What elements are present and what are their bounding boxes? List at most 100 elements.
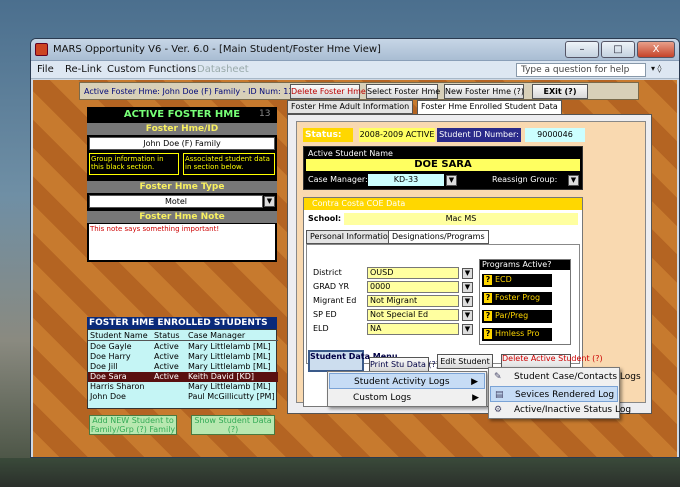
- header-status: Status: [154, 331, 180, 340]
- menu-custom-functions[interactable]: Custom Functions: [107, 64, 196, 75]
- cell: Keith David [KD]: [188, 372, 255, 381]
- reassign-group-dropdown-icon[interactable]: ▼: [568, 175, 579, 186]
- help-icon: ?: [484, 311, 492, 321]
- status-row: Status: 2008-2009 ACTIVE Student ID Numb…: [303, 128, 613, 142]
- student-data-menu-button[interactable]: Student Data Menu: [308, 350, 398, 372]
- cell: John Doe: [90, 392, 126, 401]
- menu-item-services-rendered-log[interactable]: ▤ Sevices Rendered Log: [490, 386, 618, 402]
- district-select[interactable]: OUSD: [367, 267, 459, 279]
- select-foster-button[interactable]: Select Foster Hme: [366, 84, 440, 99]
- type-heading: Foster Hme Type: [87, 181, 277, 193]
- cell: Doe Jill: [90, 362, 118, 371]
- program-foster[interactable]: ? Foster Prog: [482, 292, 552, 305]
- active-foster-panel: ACTIVE FOSTER HME 13 Foster Hme/ID John …: [87, 107, 277, 262]
- tab-adult-information[interactable]: Foster Hme Adult Information: [287, 100, 414, 114]
- delete-foster-button[interactable]: Delete Foster Hme: [290, 84, 366, 99]
- active-student-box: Active Student Name DOE SARA Case Manage…: [303, 146, 583, 190]
- grad-yr-select[interactable]: 0000: [367, 281, 459, 293]
- group-info-note: Group information in this black section.: [89, 153, 179, 175]
- exit-button[interactable]: EXit (?): [532, 84, 588, 99]
- cell: Mary Littlelamb [ML]: [188, 382, 271, 391]
- cell: Mary Littlelamb [ML]: [188, 362, 271, 371]
- table-row[interactable]: Harris Sharon Mary Littlelamb [ML]: [88, 382, 278, 392]
- maximize-button[interactable]: □: [601, 41, 635, 58]
- menu-relink[interactable]: Re-Link: [65, 64, 102, 75]
- app-icon: [35, 43, 48, 56]
- table-row[interactable]: Doe Jill Active Mary Littlelamb [ML]: [88, 362, 278, 372]
- note-textarea[interactable]: This note says something important!: [89, 224, 275, 260]
- student-id-label: Student ID Number:: [437, 128, 521, 142]
- district-dropdown-icon[interactable]: ▼: [462, 268, 473, 279]
- migrant-ed-select[interactable]: Not Migrant: [367, 295, 459, 307]
- program-par-preg[interactable]: ? Par/Preg: [482, 310, 552, 323]
- activity-logs-submenu: ✎ Student Case/Contacts Logs ▤ Sevices Ren…: [488, 367, 641, 419]
- cell: Doe Gayle: [90, 342, 132, 351]
- sp-ed-label: SP ED: [313, 310, 337, 319]
- menu-item-case-contacts-logs[interactable]: ✎ Student Case/Contacts Logs: [490, 369, 641, 385]
- taskbar: [0, 458, 680, 487]
- menu-datasheet[interactable]: Datasheet: [197, 64, 249, 75]
- title-bar[interactable]: MARS Opportunity V6 - Ver. 6.0 - [Main S…: [31, 39, 679, 61]
- edit-student-button[interactable]: Edit Student: [437, 354, 493, 369]
- menu-item-label: Student Case/Contacts Logs: [514, 372, 641, 382]
- context-menu: Student Activity Logs ▶ Custom Logs ▶: [327, 371, 487, 407]
- eld-label: ELD: [313, 324, 329, 333]
- table-row[interactable]: John Doe Paul McGillicutty [PM]: [88, 392, 278, 402]
- header-case-manager: Case Manager: [188, 331, 246, 340]
- help-icon: ?: [484, 275, 492, 285]
- main-tabs: Foster Hme Adult Information Foster Hme …: [287, 100, 647, 114]
- sp-ed-select[interactable]: Not Special Ed: [367, 309, 459, 321]
- eld-dropdown-icon[interactable]: ▼: [462, 324, 473, 335]
- header-bar: Active Foster Hme: John Doe (F) Family -…: [79, 82, 639, 100]
- table-row[interactable]: Doe Gayle Active Mary Littlelamb [ML]: [88, 342, 278, 352]
- grad-yr-label: GRAD YR: [313, 282, 350, 291]
- program-ecd[interactable]: ? ECD: [482, 274, 552, 287]
- log-icon: ▤: [495, 390, 504, 400]
- header-student-name: Student Name: [90, 331, 148, 340]
- migrant-ed-dropdown-icon[interactable]: ▼: [462, 296, 473, 307]
- designations-panel: District OUSD ▼ GRAD YR 0000 ▼ Migrant E…: [306, 244, 580, 364]
- table-row-selected[interactable]: Doe Sara Active Keith David [KD]: [88, 372, 278, 382]
- student-id-value: 9000046: [525, 128, 585, 142]
- add-student-button[interactable]: Add NEW Student to Family/Grp (?) Family: [89, 415, 177, 435]
- menu-bar: File Re-Link Custom Functions Datasheet …: [31, 61, 679, 79]
- case-manager-dropdown-icon[interactable]: ▼: [446, 175, 457, 186]
- show-student-data-button[interactable]: Show Student Data (?): [191, 415, 275, 435]
- eld-select[interactable]: NA: [367, 323, 459, 335]
- menu-item-active-inactive-status-log[interactable]: ⚙ Active/Inactive Status Log: [490, 402, 631, 418]
- student-name-label: Active Student Name: [308, 149, 393, 158]
- program-label: Hmless Pro: [495, 329, 540, 338]
- school-label: School:: [308, 214, 342, 223]
- menu-item-label: Student Activity Logs: [354, 377, 450, 387]
- print-student-data-button[interactable]: Print Stu Data (?): [369, 357, 439, 372]
- submenu-arrow-icon: ▶: [472, 393, 479, 403]
- subtab-personal-information[interactable]: Personal Information: [306, 230, 397, 244]
- district-label: District: [313, 268, 342, 277]
- program-label: Par/Preg: [495, 311, 529, 320]
- note-heading: Foster Hme Note: [87, 211, 277, 223]
- help-dropdown-icon[interactable]: ▾ ◊: [651, 64, 662, 73]
- type-select[interactable]: Motel: [89, 195, 263, 208]
- migrant-ed-label: Migrant Ed: [313, 296, 357, 305]
- cell: Active: [154, 362, 179, 371]
- type-dropdown-icon[interactable]: ▼: [264, 196, 275, 207]
- menu-item-student-activity-logs[interactable]: Student Activity Logs ▶: [329, 373, 485, 389]
- menu-item-label: Sevices Rendered Log: [515, 390, 615, 400]
- sp-ed-dropdown-icon[interactable]: ▼: [462, 310, 473, 321]
- subtab-designations-programs[interactable]: Designations/Programs: [388, 230, 489, 244]
- cell: Active: [154, 352, 179, 361]
- menu-file[interactable]: File: [37, 64, 54, 75]
- menu-item-custom-logs[interactable]: Custom Logs ▶: [329, 390, 485, 406]
- program-label: ECD: [495, 275, 512, 284]
- minimize-button[interactable]: –: [565, 41, 599, 58]
- help-search-input[interactable]: Type a question for help: [516, 63, 646, 77]
- enrolled-list[interactable]: Student Name Status Case Manager Doe Gay…: [87, 329, 278, 409]
- tab-enrolled-student-data[interactable]: Foster Hme Enrolled Student Data: [417, 100, 562, 114]
- close-button[interactable]: X: [637, 41, 675, 58]
- case-manager-select[interactable]: KD-33: [368, 174, 444, 186]
- grad-yr-dropdown-icon[interactable]: ▼: [462, 282, 473, 293]
- family-name-field[interactable]: John Doe (F) Family: [89, 137, 275, 150]
- table-row[interactable]: Doe Harry Active Mary Littlelamb [ML]: [88, 352, 278, 362]
- new-foster-button[interactable]: New Foster Hme (?): [444, 84, 524, 99]
- program-hmless[interactable]: ? Hmless Pro: [482, 328, 552, 341]
